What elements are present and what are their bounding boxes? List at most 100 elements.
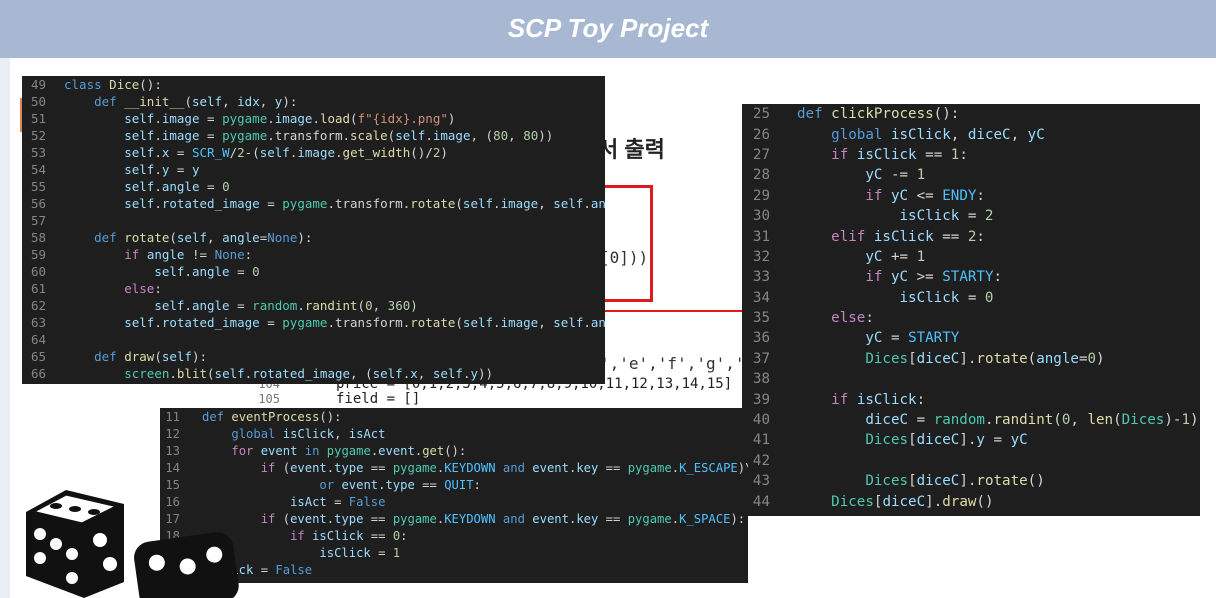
line-number: 11 [165, 409, 180, 424]
line-number: 49 [30, 77, 46, 92]
code-text: def eventProcess(): [202, 409, 342, 424]
code-text: def __init__(self, idx, y): [94, 94, 298, 109]
code-line: 37 Dices[diceC].rotate(angle=0) [742, 349, 1200, 369]
code-text: if isClick: [831, 391, 926, 408]
code-text: elif isClick == 2: [831, 228, 985, 245]
code-line: 60 self.angle = 0 [22, 263, 605, 280]
code-text: def draw(self): [94, 349, 208, 364]
code-line: 44 Dices[diceC].draw() [742, 491, 1200, 511]
code-text: isAct = False [290, 494, 386, 509]
code-text: if yC <= ENDY: [865, 187, 985, 204]
code-line: 29 if yC <= ENDY: [742, 186, 1200, 206]
line-number: 38 [752, 371, 770, 388]
code-text: if (event.type == pygame.KEYDOWN and eve… [260, 460, 748, 475]
code-line: 49 class Dice(): [22, 76, 605, 93]
code-line: 41 Dices[diceC].y = yC [742, 430, 1200, 450]
code-text: self.rotated_image = pygame.transform.ro… [124, 315, 605, 330]
code-line: 25 def clickProcess(): [742, 104, 1200, 124]
code-line: 55 self.angle = 0 [22, 178, 605, 195]
code-line: 36 yC = STARTY [742, 328, 1200, 348]
code-text: yC -= 1 [865, 167, 926, 184]
line-number: 54 [30, 162, 46, 177]
code-text: else: [831, 310, 874, 327]
line-number: 39 [752, 391, 770, 408]
code-text: def clickProcess(): [797, 106, 960, 123]
code-line: 65 def draw(self): [22, 348, 605, 365]
code-line: 66 screen.blit(self.rotated_image, (self… [22, 365, 605, 382]
line-number: 35 [752, 310, 770, 327]
code-text: Dices[diceC].rotate() [865, 473, 1045, 490]
code-line: 26 global isClick, diceC, yC [742, 124, 1200, 144]
code-text: self.image = pygame.transform.scale(self… [124, 128, 554, 143]
code-text: field = [] [336, 390, 421, 407]
code-text: def rotate(self, angle=None): [94, 230, 313, 245]
code-text: isClick = False [202, 562, 313, 577]
line-number: 61 [30, 281, 46, 296]
code-line: 27 if isClick == 1: [742, 145, 1200, 165]
code-line: 14 if (event.type == pygame.KEYDOWN and … [160, 459, 748, 476]
code-line: 32 yC += 1 [742, 247, 1200, 267]
code-text: for event in pygame.event.get(): [231, 443, 467, 458]
line-number: 27 [752, 146, 770, 163]
code-text: if isClick == 0: [290, 528, 408, 543]
line-number: 55 [30, 179, 46, 194]
code-line: 51 self.image = pygame.image.load(f"{idx… [22, 110, 605, 127]
code-text: self.x = SCR_W/2-(self.image.get_width()… [124, 145, 448, 160]
code-text: global isClick, diceC, yC [831, 126, 1045, 143]
line-number: 53 [30, 145, 46, 160]
line-number: 58 [30, 230, 46, 245]
code-line: 35 else: [742, 308, 1200, 328]
code-line: 53 self.x = SCR_W/2-(self.image.get_widt… [22, 144, 605, 161]
line-number: 12 [165, 426, 180, 441]
code-line: 38 [742, 369, 1200, 389]
code-line: 33 if yC >= STARTY: [742, 267, 1200, 287]
code-line: 52 self.image = pygame.transform.scale(s… [22, 127, 605, 144]
line-number: 64 [30, 332, 46, 347]
code-line: 39 if isClick: [742, 389, 1200, 409]
code-line: 57 [22, 212, 605, 229]
line-number: 33 [752, 269, 770, 286]
code-line: 59 if angle != None: [22, 246, 605, 263]
code-line: 28 yC -= 1 [742, 165, 1200, 185]
line-number: 63 [30, 315, 46, 330]
code-text: if (event.type == pygame.KEYDOWN and eve… [260, 511, 746, 526]
code-text: isClick = 1 [319, 545, 401, 560]
dice-icon [26, 490, 239, 598]
code-line: 56 self.rotated_image = pygame.transform… [22, 195, 605, 212]
code-text: if isClick == 1: [831, 146, 968, 163]
line-number: 105 [258, 391, 280, 406]
code-line: 58 def rotate(self, angle=None): [22, 229, 605, 246]
line-number: 60 [30, 264, 46, 279]
code-line: 50 def __init__(self, idx, y): [22, 93, 605, 110]
code-line: 64 [22, 331, 605, 348]
left-margin-rule [0, 58, 10, 598]
slide-title: SCP Toy Project [507, 13, 709, 43]
code-text: self.image = pygame.image.load(f"{idx}.p… [124, 111, 456, 126]
connector-line [600, 185, 652, 188]
line-number: 51 [30, 111, 46, 126]
code-line: 63 self.rotated_image = pygame.transform… [22, 314, 605, 331]
line-number: 66 [30, 366, 46, 381]
line-number: 14 [165, 460, 180, 475]
connector-line [650, 185, 653, 301]
code-line: 11 def eventProcess(): [160, 408, 748, 425]
line-number: 36 [752, 330, 770, 347]
code-text: diceC = random.randint(0, len(Dices)-1) [865, 412, 1199, 429]
code-line: 62 self.angle = random.randint(0, 360) [22, 297, 605, 314]
code-panel-click-process: 25 def clickProcess(): 26 global isClick, … [742, 104, 1200, 516]
code-line: 12 global isClick, isAct [160, 425, 748, 442]
line-number: 28 [752, 167, 770, 184]
code-line: 31 elif isClick == 2: [742, 226, 1200, 246]
connector-line [604, 310, 744, 312]
code-panel-dice-class: 49 class Dice(): 50 def __init__(self, idx… [22, 76, 605, 384]
code-text: Dices[diceC].y = yC [865, 432, 1028, 449]
code-text: isClick = 2 [899, 208, 994, 225]
line-number: 52 [30, 128, 46, 143]
background-list-text: ','e','f','g','h [600, 354, 755, 373]
line-number: 59 [30, 247, 46, 262]
line-number: 65 [30, 349, 46, 364]
line-number: 32 [752, 248, 770, 265]
code-line: 42 [742, 451, 1200, 471]
code-line: 54 self.y = y [22, 161, 605, 178]
line-number: 37 [752, 350, 770, 367]
